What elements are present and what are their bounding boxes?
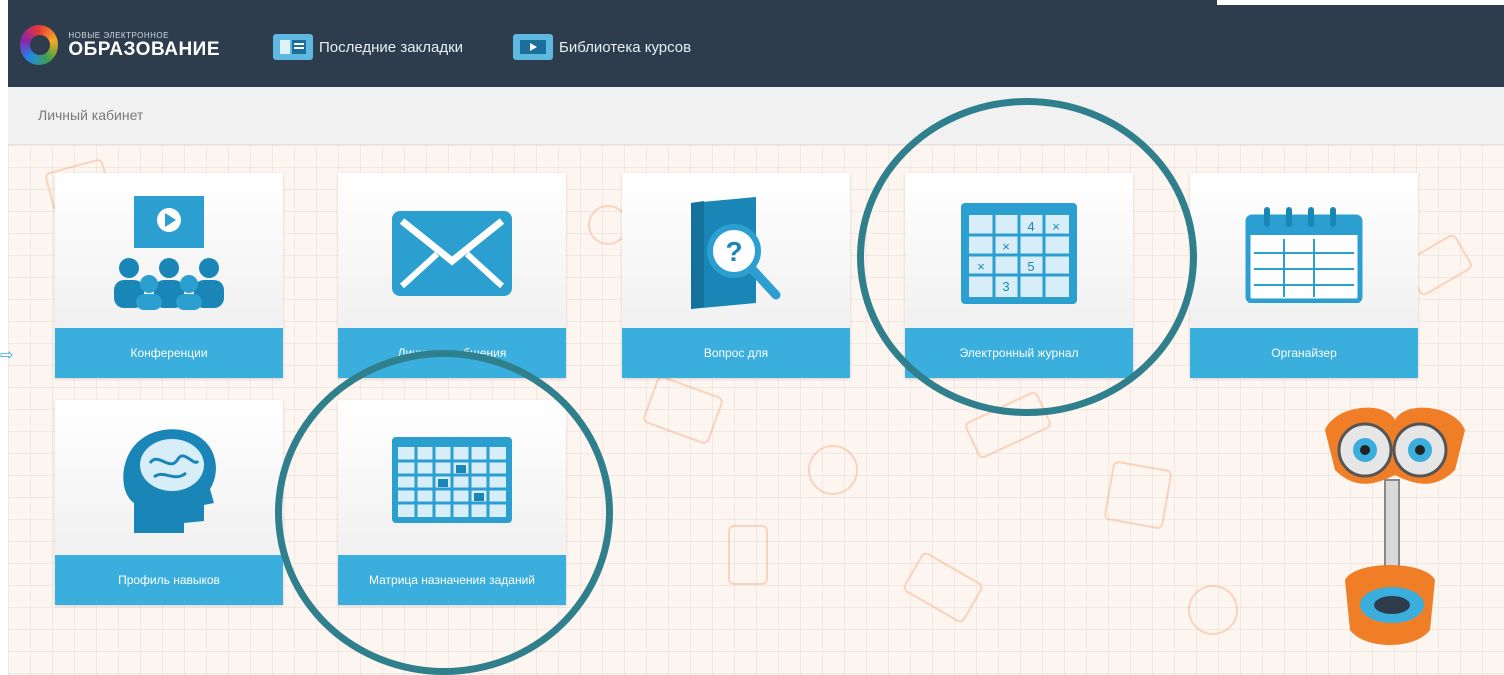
background-doodle — [1188, 585, 1238, 635]
top-navigation-bar: НОВЫЕ ЭЛЕКТРОННОЕ ОБРАЗОВАНИЕ Последние … — [8, 0, 1217, 87]
tile-conferences[interactable]: Конференции — [55, 173, 283, 378]
tile-question-label: Вопрос для — [622, 328, 850, 378]
question-book-icon: ? — [622, 193, 850, 313]
logo-mark-icon — [20, 25, 59, 65]
tile-organizer[interactable]: Органайзер — [1190, 173, 1418, 378]
tile-question[interactable]: ? Вопрос для — [622, 173, 850, 378]
breadcrumb-bar: Личный кабинет — [8, 87, 1504, 145]
bookmarks-icon — [273, 34, 313, 60]
top-navigation-bar-right — [1217, 5, 1504, 87]
mascot-robot-image — [1305, 400, 1475, 670]
background-doodle — [808, 445, 858, 495]
svg-text:?: ? — [725, 236, 742, 267]
side-panel-toggle-icon[interactable]: ⇨ — [0, 345, 14, 369]
nav-course-library[interactable]: Библиотека курсов — [513, 32, 691, 62]
background-doodle — [901, 550, 985, 625]
background-doodle — [641, 374, 725, 446]
highlight-circle-task-matrix — [275, 350, 613, 675]
breadcrumb[interactable]: Личный кабинет — [38, 107, 143, 123]
nav-recent-bookmarks-label: Последние закладки — [319, 38, 464, 56]
tile-skills-profile-label: Профиль навыков — [55, 555, 283, 605]
nav-course-library-label: Библиотека курсов — [559, 38, 692, 56]
logo[interactable]: НОВЫЕ ЭЛЕКТРОННОЕ ОБРАЗОВАНИЕ — [20, 20, 220, 70]
tile-messages[interactable]: Личные сообщения — [338, 173, 566, 378]
tile-conferences-label: Конференции — [55, 328, 283, 378]
tile-skills-profile[interactable]: Профиль навыков — [55, 400, 283, 605]
envelope-icon — [338, 193, 566, 313]
conference-icon — [55, 193, 283, 313]
nav-recent-bookmarks[interactable]: Последние закладки — [273, 32, 463, 62]
calendar-icon — [1190, 193, 1418, 313]
library-icon — [513, 34, 553, 60]
brain-head-icon — [55, 420, 283, 540]
background-doodle — [728, 525, 768, 585]
tile-organizer-label: Органайзер — [1190, 328, 1418, 378]
highlight-circle-e-journal — [857, 98, 1197, 416]
logo-title: ОБРАЗОВАНИЕ — [68, 38, 220, 60]
background-doodle — [1103, 460, 1173, 530]
